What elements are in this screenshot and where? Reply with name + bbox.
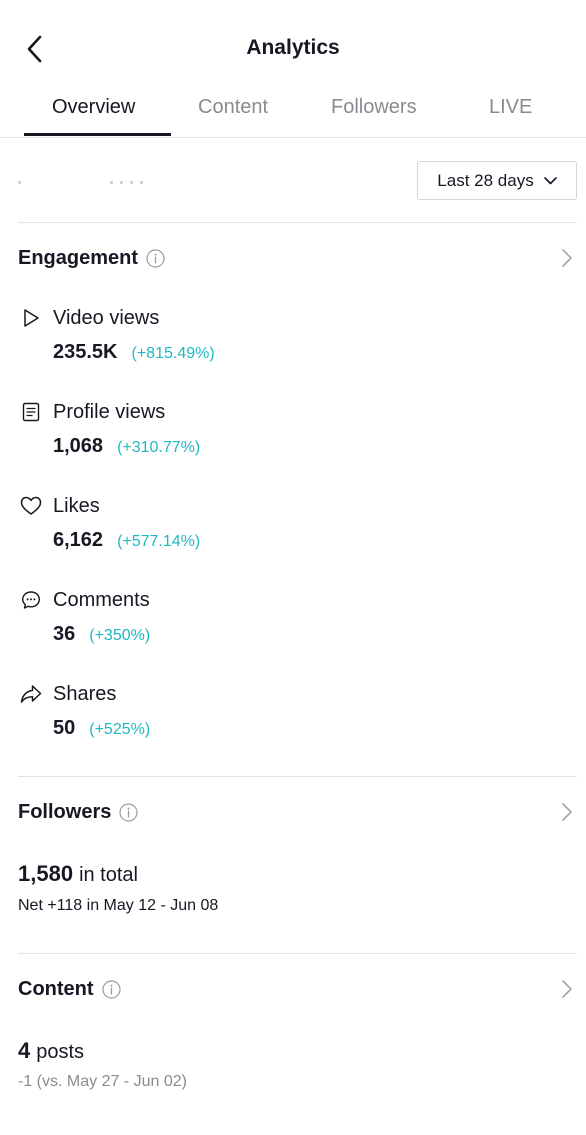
heart-icon: [20, 495, 42, 517]
followers-header[interactable]: Followers: [18, 798, 577, 826]
content-title: Content: [18, 977, 94, 1000]
tab-overview[interactable]: Overview: [52, 96, 135, 119]
metric-label: Video views: [53, 307, 160, 329]
followers-total-value: 1,580: [18, 861, 74, 886]
chevron-right-icon: [562, 249, 572, 267]
engagement-header[interactable]: Engagement: [18, 244, 577, 272]
metric-change: (+577.14%): [117, 533, 201, 550]
info-icon[interactable]: [119, 802, 138, 822]
metric-comments: Comments 36 (+350%): [18, 589, 558, 659]
followers-total-suffix: in total: [79, 864, 138, 886]
metric-label: Shares: [53, 683, 117, 705]
play-icon: [20, 307, 42, 329]
date-range-dropdown[interactable]: Last 28 days: [417, 161, 577, 200]
metric-profile-views: Profile views 1,068 (+310.77%): [18, 401, 558, 471]
metric-change: (+350%): [89, 627, 151, 644]
metric-shares: Shares 50 (+525%): [18, 683, 558, 753]
metric-change: (+310.77%): [117, 439, 201, 456]
content-comparison: -1 (vs. May 27 - Jun 02): [18, 1073, 187, 1090]
metric-change: (+525%): [89, 721, 151, 738]
metric-value: 36: [53, 623, 76, 645]
metric-label: Comments: [53, 589, 150, 611]
engagement-title: Engagement: [18, 246, 139, 269]
comment-icon: [20, 589, 42, 611]
chevron-down-icon: [543, 176, 557, 184]
metric-label: Profile views: [53, 401, 166, 423]
chevron-right-icon: [562, 980, 572, 998]
content-count-suffix: posts: [36, 1041, 85, 1063]
content-post-count: 4 posts: [18, 1038, 84, 1064]
followers-total: 1,580 in total: [18, 861, 138, 887]
share-icon: [20, 683, 42, 705]
metric-likes: Likes 6,162 (+577.14%): [18, 495, 558, 565]
tab-live[interactable]: LIVE: [489, 96, 532, 119]
metric-value: 50: [53, 717, 76, 739]
active-tab-indicator: [24, 133, 171, 136]
info-icon[interactable]: [146, 248, 165, 268]
divider: [18, 953, 577, 954]
date-range-label: Last 28 days: [437, 170, 534, 190]
metric-label: Likes: [53, 495, 100, 517]
page-title: Analytics: [246, 36, 340, 59]
followers-title: Followers: [18, 800, 112, 823]
metric-video-views: Video views 235.5K (+815.49%): [18, 307, 558, 377]
profile-document-icon: [20, 401, 42, 423]
content-header[interactable]: Content: [18, 975, 577, 1003]
metric-value: 1,068: [53, 435, 104, 457]
tab-content[interactable]: Content: [198, 96, 268, 119]
tab-bar: Overview Content Followers LIVE: [0, 86, 586, 138]
info-icon[interactable]: [101, 979, 121, 999]
header: Analytics: [0, 0, 586, 90]
redacted-date-range: [18, 181, 148, 187]
content-count-value: 4: [18, 1038, 31, 1063]
metric-value: 6,162: [53, 529, 104, 551]
followers-net-change: Net +118 in May 12 - Jun 08: [18, 897, 219, 914]
divider: [18, 776, 577, 777]
date-row: Last 28 days: [0, 161, 586, 201]
tab-followers[interactable]: Followers: [331, 96, 417, 119]
metric-change: (+815.49%): [131, 345, 215, 362]
chevron-right-icon: [562, 803, 572, 821]
divider: [18, 222, 577, 223]
metric-value: 235.5K: [53, 341, 118, 363]
